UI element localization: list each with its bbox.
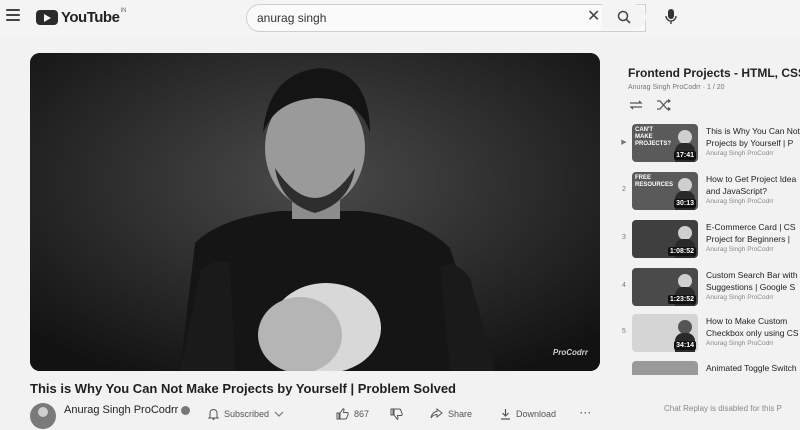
title-line-1: Custom Search Bar with bbox=[706, 270, 798, 280]
search-input[interactable] bbox=[247, 5, 579, 31]
playlist-video-channel: Anurag Singh ProCodrr bbox=[706, 340, 774, 347]
playlist-item[interactable]: ▶ CAN'T MAKE PROJECTS? 17:41 This is Why… bbox=[618, 124, 800, 166]
chat-replay-note: Chat Replay is disabled for this P bbox=[664, 404, 782, 413]
search-box: ✕ bbox=[246, 4, 646, 32]
duration-badge: 1:23:52 bbox=[667, 295, 696, 304]
download-button[interactable]: Download bbox=[500, 408, 556, 420]
share-label: Share bbox=[448, 408, 473, 419]
playlist-video-title: How to Get Project Idea and JavaScript? bbox=[706, 173, 800, 197]
video-player[interactable]: ProCodrr bbox=[30, 53, 600, 371]
playlist-index: ▶ bbox=[621, 139, 627, 146]
video-thumbnail bbox=[632, 361, 698, 375]
playlist-video-channel: Anurag Singh ProCodrr bbox=[706, 150, 774, 157]
playlist-item[interactable]: 4 1:23:52 Custom Search Bar with Suggesti… bbox=[618, 268, 800, 310]
thumbs-down-icon bbox=[390, 408, 403, 420]
thumbnail-face bbox=[678, 320, 692, 334]
playlist-video-channel: Anurag Singh ProCodrr bbox=[706, 246, 774, 253]
title-line-2: Checkbox only using CS bbox=[706, 328, 799, 338]
playlist-video-title: Animated Toggle Switch bbox=[706, 362, 800, 374]
playlist-video-title: How to Make Custom Checkbox only using CS bbox=[706, 315, 800, 339]
more-actions-button[interactable]: ··· bbox=[580, 408, 592, 418]
playlist-video-title: Custom Search Bar with Suggestions | Goog… bbox=[706, 269, 800, 293]
logo-region: IN bbox=[120, 8, 127, 14]
playlist-title[interactable]: Frontend Projects - HTML, CSS bbox=[628, 66, 800, 80]
playlist-item[interactable]: 3 1:08:52 E-Commerce Card | CS Project fo… bbox=[618, 220, 800, 262]
playlist-meta: Anurag Singh ProCodrr · 1 / 20 bbox=[628, 84, 725, 91]
playlist-video-title: This is Why You Can Not Projects by Yours… bbox=[706, 125, 800, 149]
thumbs-up-icon bbox=[336, 408, 349, 420]
loop-icon[interactable] bbox=[628, 99, 644, 111]
channel-row: Anurag Singh ProCodrr Subscribed 867 Sha… bbox=[30, 400, 610, 430]
channel-avatar[interactable] bbox=[30, 403, 56, 429]
shuffle-icon[interactable] bbox=[656, 99, 672, 111]
video-thumbnail: CAN'T MAKE PROJECTS? 17:41 bbox=[632, 124, 698, 162]
more-icon: ··· bbox=[580, 408, 592, 418]
playlist-index: 3 bbox=[622, 234, 626, 241]
bell-icon bbox=[208, 409, 219, 420]
playlist-video-channel: Anurag Singh ProCodrr bbox=[706, 198, 774, 205]
channel-watermark: ProCodrr bbox=[552, 348, 588, 357]
thumbnail-text: CAN'T MAKE PROJECTS? bbox=[635, 127, 672, 147]
channel-name-wrap[interactable]: Anurag Singh ProCodrr bbox=[64, 404, 191, 416]
title-line-1: E-Commerce Card | CS bbox=[706, 222, 796, 232]
like-count: 867 bbox=[354, 409, 370, 419]
playlist-video-channel: Anurag Singh ProCodrr bbox=[706, 294, 774, 301]
menu-icon[interactable] bbox=[6, 9, 20, 23]
download-icon bbox=[501, 409, 510, 420]
playlist-index: 2 bbox=[622, 186, 626, 193]
playlist-index: 4 bbox=[622, 282, 626, 289]
microphone-icon[interactable] bbox=[663, 8, 679, 26]
thumbnail-face bbox=[678, 130, 692, 144]
title-line-1: How to Make Custom bbox=[706, 316, 788, 326]
top-bar: YouTube IN ✕ bbox=[0, 0, 800, 36]
playlist-item[interactable]: 2 FREE RESOURCES 30:13 How to Get Projec… bbox=[618, 172, 800, 214]
thumbnail-face bbox=[678, 178, 692, 192]
playlist-video-title: E-Commerce Card | CS Project for Beginner… bbox=[706, 221, 800, 245]
subscribe-label: Subscribed bbox=[224, 409, 270, 419]
duration-badge: 17:41 bbox=[674, 151, 696, 160]
share-button[interactable]: Share bbox=[430, 408, 472, 419]
thumbnail-face bbox=[678, 226, 692, 240]
thumbnail-face bbox=[678, 274, 692, 288]
video-thumbnail: 34:14 bbox=[632, 314, 698, 352]
clear-search-icon[interactable]: ✕ bbox=[587, 9, 600, 25]
chevron-down-icon bbox=[274, 411, 284, 417]
youtube-play-icon bbox=[36, 9, 58, 25]
dislike-button[interactable] bbox=[390, 408, 408, 420]
video-thumbnail: FREE RESOURCES 30:13 bbox=[632, 172, 698, 210]
youtube-logo[interactable]: YouTube IN bbox=[36, 8, 126, 26]
video-thumbnail: 1:08:52 bbox=[632, 220, 698, 258]
thumbnail-text: FREE RESOURCES bbox=[635, 175, 674, 188]
title-line-2: Suggestions | Google S bbox=[706, 282, 796, 292]
verified-icon bbox=[181, 405, 191, 415]
like-button[interactable]: 867 bbox=[336, 408, 369, 420]
channel-name: Anurag Singh ProCodrr bbox=[64, 404, 179, 416]
title-line-1: Animated Toggle Switch bbox=[706, 363, 797, 373]
video-frame bbox=[30, 53, 600, 371]
playlist-item[interactable]: 5 34:14 How to Make Custom Checkbox only … bbox=[618, 314, 800, 356]
logo-text: YouTube bbox=[61, 8, 120, 26]
duration-badge: 34:14 bbox=[674, 341, 696, 350]
search-icon bbox=[617, 10, 631, 24]
playlist-item[interactable]: 6 Animated Toggle Switch bbox=[618, 361, 800, 375]
download-label: Download bbox=[516, 409, 557, 419]
search-button[interactable] bbox=[602, 4, 646, 30]
subscribe-button[interactable]: Subscribed bbox=[208, 408, 289, 420]
share-icon bbox=[430, 408, 443, 419]
duration-badge: 1:08:52 bbox=[667, 247, 696, 256]
title-line-1: This is Why You Can Not bbox=[706, 126, 800, 136]
title-line-2: Project for Beginners | bbox=[706, 234, 790, 244]
playlist-index: 5 bbox=[622, 328, 626, 335]
video-thumbnail: 1:23:52 bbox=[632, 268, 698, 306]
title-line-1: How to Get Project Idea bbox=[706, 174, 797, 184]
title-line-2: Projects by Yourself | P bbox=[706, 138, 794, 148]
title-line-2: and JavaScript? bbox=[706, 186, 767, 196]
duration-badge: 30:13 bbox=[674, 199, 696, 208]
video-title: This is Why You Can Not Make Projects by… bbox=[30, 381, 456, 396]
